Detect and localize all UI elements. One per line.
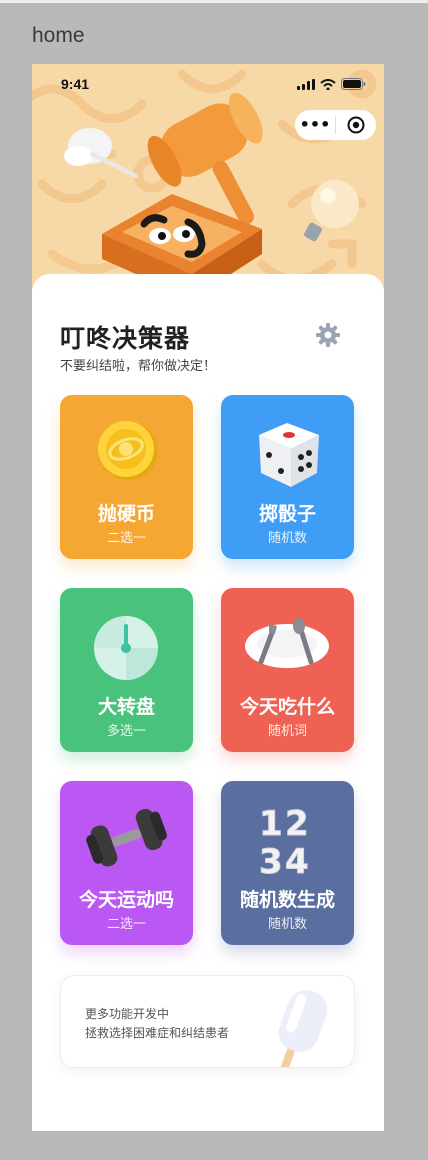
- status-icons: [297, 78, 366, 90]
- more-features-card: 更多功能开发中 拯救选择困难症和纠结患者: [60, 975, 355, 1068]
- frame-label: home: [32, 24, 85, 47]
- card-title: 抛硬币: [97, 503, 155, 525]
- dice-icon: [259, 423, 319, 487]
- card-desc: 二选一: [106, 917, 146, 932]
- splash-icon: [64, 128, 138, 178]
- card-exercise[interactable]: 今天运动吗 二选一: [60, 781, 193, 945]
- coin-icon: [98, 421, 158, 480]
- gear-icon[interactable]: [315, 322, 341, 348]
- card-wheel[interactable]: 大转盘 多选一: [60, 588, 193, 752]
- card-title: 掷骰子: [258, 503, 316, 525]
- card-desc: 随机数: [267, 531, 307, 546]
- status-time: 9:41: [61, 76, 90, 92]
- signal-icon: [297, 78, 315, 90]
- page-subtitle: 不要纠结啦，帮你做决定！: [60, 359, 217, 374]
- close-button[interactable]: [336, 116, 376, 134]
- svg-text:2: 2: [285, 804, 309, 844]
- popsicle-icon: [278, 990, 328, 1067]
- close-target-icon: [347, 116, 365, 134]
- card-title: 今天吃什么: [239, 696, 335, 718]
- numbers-icon: 1 2 3 4: [259, 804, 310, 882]
- more-menu-button[interactable]: •••: [295, 110, 335, 140]
- plate-icon: [245, 618, 329, 668]
- card-title: 大转盘: [97, 696, 155, 718]
- battery-icon: [341, 78, 366, 90]
- svg-text:4: 4: [285, 842, 309, 881]
- svg-text:1: 1: [259, 804, 283, 844]
- card-desc: 随机词: [267, 724, 307, 739]
- card-coin-flip[interactable]: 抛硬币 二选一: [60, 395, 193, 559]
- mini-program-capsule: •••: [295, 110, 376, 140]
- wheel-icon: [94, 616, 158, 680]
- card-title: 今天运动吗: [78, 889, 174, 911]
- card-what-to-eat[interactable]: 今天吃什么 随机词: [221, 588, 354, 752]
- card-desc: 多选一: [106, 724, 146, 739]
- card-desc: 二选一: [106, 531, 146, 546]
- card-dice[interactable]: 掷骰子 随机数: [221, 395, 354, 559]
- card-desc: 随机数: [267, 917, 307, 932]
- card-title: 随机数生成: [239, 889, 335, 911]
- page-title: 叮咚决策器: [60, 324, 191, 353]
- dumbbell-icon: [86, 808, 167, 867]
- card-random-number[interactable]: 1 2 3 4 随机数生成 随机数: [221, 781, 354, 945]
- wifi-icon: [320, 78, 336, 90]
- svg-text:3: 3: [259, 842, 283, 881]
- phone-screen: 9:41 ••• 叮咚决策器 不要纠结啦，帮你做决定！ 抛硬币 二选一 掷骰子 …: [32, 64, 384, 1131]
- top-strip: [0, 0, 428, 3]
